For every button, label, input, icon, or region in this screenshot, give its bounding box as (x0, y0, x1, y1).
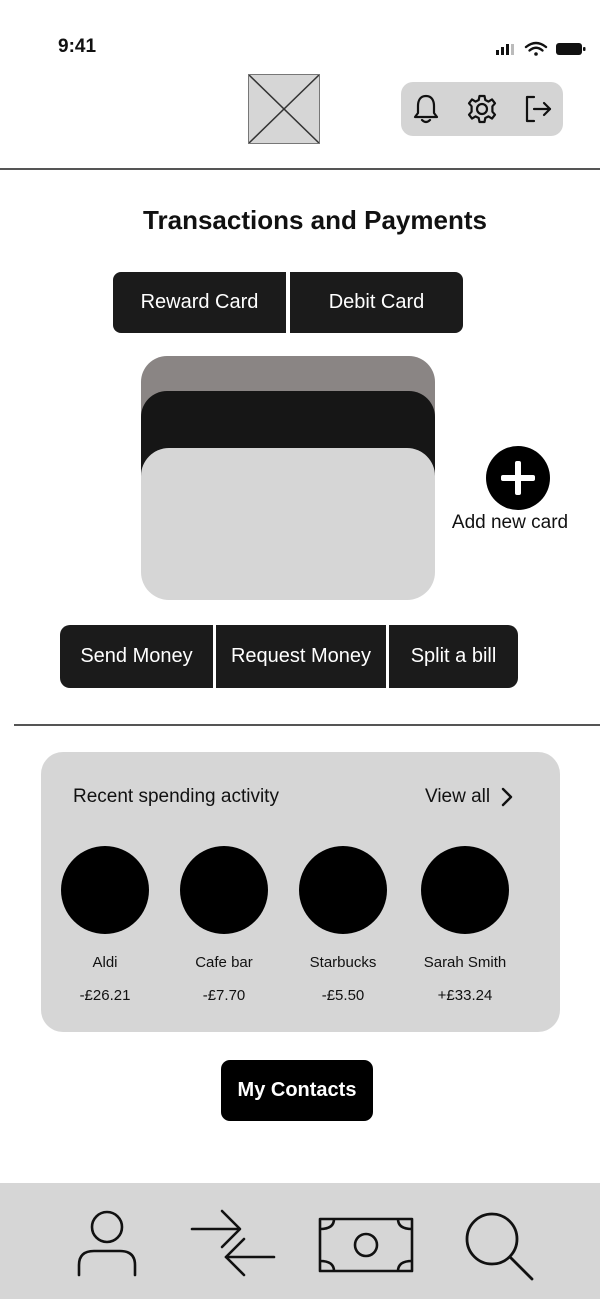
logout-button[interactable] (521, 92, 555, 126)
merchant-amount: +£33.24 (437, 987, 493, 1004)
header-divider (0, 168, 600, 170)
status-time: 9:41 (58, 36, 97, 57)
merchant-avatar (421, 846, 509, 934)
recent-activity-title: Recent spending activity (73, 786, 279, 807)
notifications-button[interactable] (409, 92, 443, 126)
merchant-amount: -£7.70 (202, 987, 246, 1004)
merchant-item[interactable]: Sarah Smith +£33.24 (405, 846, 525, 1004)
signal-icon (496, 44, 514, 55)
request-money-button[interactable]: Request Money (216, 625, 386, 688)
chevron-right-icon (501, 787, 513, 807)
bell-icon (413, 94, 439, 124)
bottom-nav (0, 1183, 600, 1299)
plus-icon (501, 461, 535, 495)
add-card-label: Add new card (451, 512, 569, 533)
logo-placeholder (248, 74, 320, 144)
tab-debit-card[interactable]: Debit Card (290, 272, 463, 333)
search-icon (465, 1212, 534, 1281)
merchant-amount: -£26.21 (79, 987, 131, 1004)
merchant-name: Sarah Smith (423, 954, 507, 971)
merchant-avatar (299, 846, 387, 934)
page-title: Transactions and Payments (143, 205, 487, 235)
merchant-avatar (180, 846, 268, 934)
status-icons (496, 40, 592, 58)
tab-reward-card[interactable]: Reward Card (113, 272, 286, 333)
merchant-name: Aldi (92, 954, 118, 971)
nav-transfers[interactable] (186, 1205, 278, 1286)
transfer-arrows-icon (190, 1209, 276, 1277)
split-bill-button[interactable]: Split a bill (389, 625, 518, 688)
user-icon (77, 1210, 137, 1277)
nav-profile[interactable] (72, 1207, 142, 1284)
logout-icon (525, 95, 552, 123)
gear-icon (467, 94, 497, 124)
merchant-name: Cafe bar (195, 954, 253, 971)
merchant-item[interactable]: Cafe bar -£7.70 (164, 846, 284, 1004)
send-money-button[interactable]: Send Money (60, 625, 213, 688)
merchant-avatar (61, 846, 149, 934)
view-all-link[interactable]: View all (425, 786, 516, 808)
add-card-button[interactable] (486, 446, 550, 510)
nav-payments[interactable] (316, 1213, 416, 1284)
nav-search[interactable] (462, 1209, 538, 1290)
merchant-name: Starbucks (309, 954, 377, 971)
view-all-label: View all (425, 786, 491, 807)
merchant-amount: -£5.50 (321, 987, 365, 1004)
cash-icon (318, 1217, 414, 1273)
my-contacts-button[interactable]: My Contacts (221, 1060, 373, 1121)
card-front[interactable] (141, 448, 435, 600)
settings-button[interactable] (465, 92, 499, 126)
merchant-item[interactable]: Aldi -£26.21 (45, 846, 165, 1004)
merchant-item[interactable]: Starbucks -£5.50 (283, 846, 403, 1004)
battery-icon (556, 43, 586, 55)
wifi-icon (524, 41, 548, 56)
header-actions (401, 82, 563, 136)
section-divider (14, 724, 600, 726)
